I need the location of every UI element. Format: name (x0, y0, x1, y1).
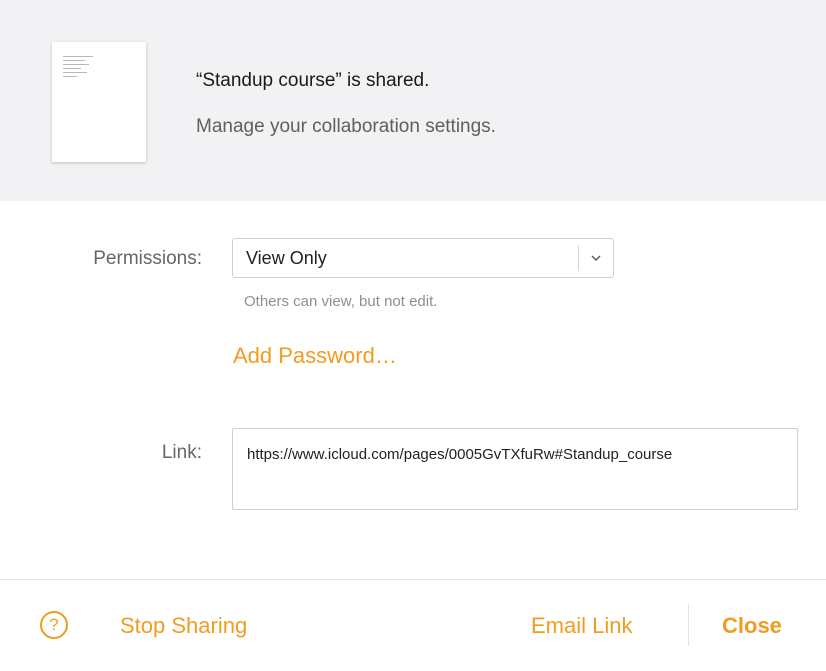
footer-divider (688, 604, 689, 646)
dialog-header: “Standup course” is shared. Manage your … (0, 0, 826, 201)
link-label: Link: (161, 442, 202, 463)
permissions-selected-value: View Only (246, 248, 327, 268)
add-password-link[interactable]: Add Password… (233, 343, 397, 369)
permissions-select[interactable]: View Only (232, 238, 614, 278)
select-divider (578, 245, 579, 271)
help-icon[interactable]: ? (40, 611, 68, 639)
footer-separator (0, 579, 826, 580)
email-link-button[interactable]: Email Link (531, 613, 632, 639)
share-link-field[interactable]: https://www.icloud.com/pages/0005GvTXfuR… (232, 428, 798, 510)
dialog-title: “Standup course” is shared. (196, 70, 430, 91)
document-thumbnail (52, 42, 146, 162)
permissions-hint: Others can view, but not edit. (244, 293, 438, 310)
close-button[interactable]: Close (722, 613, 782, 639)
dialog-subtitle: Manage your collaboration settings. (196, 116, 496, 137)
stop-sharing-button[interactable]: Stop Sharing (120, 613, 247, 639)
chevron-down-icon (591, 255, 601, 261)
permissions-label: Permissions: (93, 248, 202, 269)
